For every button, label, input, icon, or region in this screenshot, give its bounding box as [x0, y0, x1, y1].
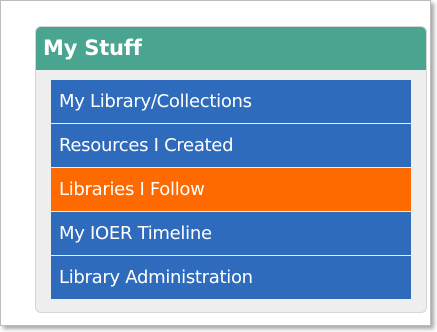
window-frame: My Stuff My Library/Collections Resource…	[0, 0, 431, 326]
panel-header: My Stuff	[36, 27, 426, 70]
menu-item-library-administration[interactable]: Library Administration	[51, 256, 411, 299]
menu-item-label: My IOER Timeline	[59, 222, 212, 244]
menu-item-resources-i-created[interactable]: Resources I Created	[51, 124, 411, 167]
menu-item-my-ioer-timeline[interactable]: My IOER Timeline	[51, 212, 411, 255]
menu-item-label: Resources I Created	[59, 134, 234, 156]
menu-item-label: My Library/Collections	[59, 90, 252, 112]
my-stuff-menu: My Library/Collections Resources I Creat…	[51, 80, 411, 300]
menu-item-label: Library Administration	[59, 266, 253, 288]
menu-item-libraries-i-follow[interactable]: Libraries I Follow	[51, 168, 411, 211]
menu-item-label: Libraries I Follow	[59, 178, 205, 200]
menu-item-my-library-collections[interactable]: My Library/Collections	[51, 80, 411, 123]
panel-title: My Stuff	[43, 36, 142, 60]
my-stuff-panel: My Stuff My Library/Collections Resource…	[35, 26, 427, 313]
